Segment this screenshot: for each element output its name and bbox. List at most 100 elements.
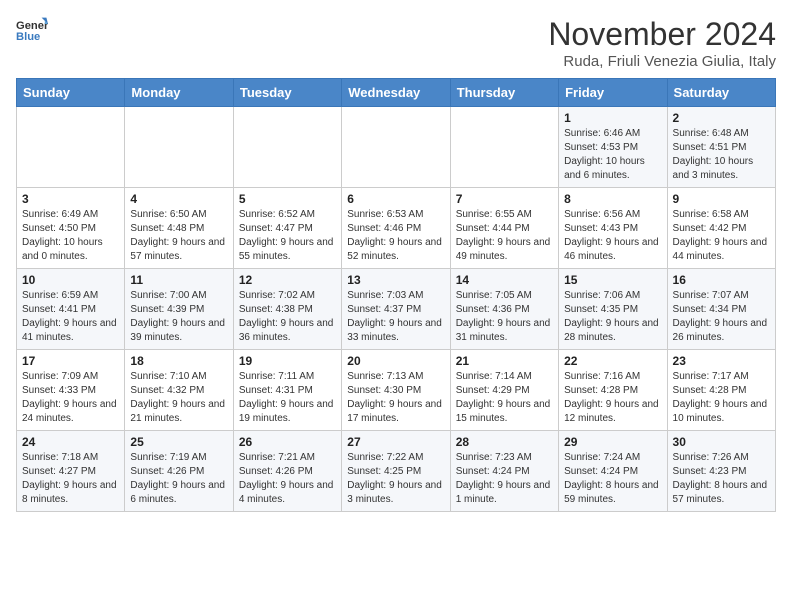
day-number: 5 xyxy=(239,192,336,206)
day-info: Sunrise: 7:18 AM Sunset: 4:27 PM Dayligh… xyxy=(22,451,119,507)
calendar-week-row: 10Sunrise: 6:59 AM Sunset: 4:41 PM Dayli… xyxy=(17,269,776,350)
page-subtitle: Ruda, Friuli Venezia Giulia, Italy xyxy=(548,53,776,70)
day-info: Sunrise: 7:00 AM Sunset: 4:39 PM Dayligh… xyxy=(130,289,227,345)
calendar-cell: 1Sunrise: 6:46 AM Sunset: 4:53 PM Daylig… xyxy=(559,107,667,188)
day-info: Sunrise: 7:24 AM Sunset: 4:24 PM Dayligh… xyxy=(564,451,661,507)
calendar-cell: 19Sunrise: 7:11 AM Sunset: 4:31 PM Dayli… xyxy=(233,350,341,431)
svg-text:General: General xyxy=(16,20,48,32)
calendar-cell: 20 Sunrise: 7:13 AM Sunset: 4:30 PM Dayli… xyxy=(342,350,450,431)
calendar-cell: 21 Sunrise: 7:14 AM Sunset: 4:29 PM Dayli… xyxy=(450,350,558,431)
calendar-cell: 18Sunrise: 7:10 AM Sunset: 4:32 PM Dayli… xyxy=(125,350,233,431)
day-info: Sunrise: 6:55 AM Sunset: 4:44 PM Dayligh… xyxy=(456,208,553,264)
svg-text:Blue: Blue xyxy=(16,31,40,43)
calendar-cell: 17 Sunrise: 7:09 AM Sunset: 4:33 PM Dayli… xyxy=(17,350,125,431)
weekday-header-row: SundayMondayTuesdayWednesdayThursdayFrid… xyxy=(17,79,776,107)
day-number: 25 xyxy=(130,435,227,449)
calendar-cell: 10Sunrise: 6:59 AM Sunset: 4:41 PM Dayli… xyxy=(17,269,125,350)
day-number: 11 xyxy=(130,273,227,287)
day-number: 29 xyxy=(564,435,661,449)
day-number: 23 xyxy=(673,354,770,368)
logo-icon: General Blue xyxy=(16,16,48,44)
calendar-cell: 29 Sunrise: 7:24 AM Sunset: 4:24 PM Dayli… xyxy=(559,431,667,512)
day-number: 10 xyxy=(22,273,119,287)
calendar-cell: 9 Sunrise: 6:58 AM Sunset: 4:42 PM Daylig… xyxy=(667,188,775,269)
day-number: 18 xyxy=(130,354,227,368)
logo: General Blue xyxy=(16,16,48,44)
calendar-cell: 11 Sunrise: 7:00 AM Sunset: 4:39 PM Dayli… xyxy=(125,269,233,350)
day-info: Sunrise: 7:19 AM Sunset: 4:26 PM Dayligh… xyxy=(130,451,227,507)
day-number: 7 xyxy=(456,192,553,206)
day-info: Sunrise: 7:07 AM Sunset: 4:34 PM Dayligh… xyxy=(673,289,770,345)
page-header: General Blue November 2024 Ruda, Friuli … xyxy=(16,16,776,70)
day-number: 3 xyxy=(22,192,119,206)
calendar-cell xyxy=(450,107,558,188)
calendar-cell: 2 Sunrise: 6:48 AM Sunset: 4:51 PM Daylig… xyxy=(667,107,775,188)
day-number: 2 xyxy=(673,111,770,125)
calendar-cell: 7 Sunrise: 6:55 AM Sunset: 4:44 PM Daylig… xyxy=(450,188,558,269)
calendar-cell: 26Sunrise: 7:21 AM Sunset: 4:26 PM Dayli… xyxy=(233,431,341,512)
title-section: November 2024 Ruda, Friuli Venezia Giuli… xyxy=(548,16,776,70)
calendar-cell xyxy=(125,107,233,188)
day-info: Sunrise: 6:53 AM Sunset: 4:46 PM Dayligh… xyxy=(347,208,444,264)
day-info: Sunrise: 7:05 AM Sunset: 4:36 PM Dayligh… xyxy=(456,289,553,345)
calendar-cell: 5 Sunrise: 6:52 AM Sunset: 4:47 PM Daylig… xyxy=(233,188,341,269)
calendar-week-row: 24 Sunrise: 7:18 AM Sunset: 4:27 PM Dayli… xyxy=(17,431,776,512)
day-number: 20 xyxy=(347,354,444,368)
day-number: 17 xyxy=(22,354,119,368)
day-info: Sunrise: 6:56 AM Sunset: 4:43 PM Dayligh… xyxy=(564,208,661,264)
day-number: 28 xyxy=(456,435,553,449)
day-number: 24 xyxy=(22,435,119,449)
day-number: 21 xyxy=(456,354,553,368)
day-number: 9 xyxy=(673,192,770,206)
day-info: Sunrise: 6:49 AM Sunset: 4:50 PM Dayligh… xyxy=(22,208,119,264)
calendar-cell: 24 Sunrise: 7:18 AM Sunset: 4:27 PM Dayli… xyxy=(17,431,125,512)
day-number: 16 xyxy=(673,273,770,287)
calendar-cell xyxy=(233,107,341,188)
weekday-header-sunday: Sunday xyxy=(17,79,125,107)
day-info: Sunrise: 7:23 AM Sunset: 4:24 PM Dayligh… xyxy=(456,451,553,507)
calendar-cell: 15Sunrise: 7:06 AM Sunset: 4:35 PM Dayli… xyxy=(559,269,667,350)
day-info: Sunrise: 6:58 AM Sunset: 4:42 PM Dayligh… xyxy=(673,208,770,264)
calendar-week-row: 1Sunrise: 6:46 AM Sunset: 4:53 PM Daylig… xyxy=(17,107,776,188)
calendar-cell: 23 Sunrise: 7:17 AM Sunset: 4:28 PM Dayli… xyxy=(667,350,775,431)
day-info: Sunrise: 6:48 AM Sunset: 4:51 PM Dayligh… xyxy=(673,127,770,183)
day-number: 4 xyxy=(130,192,227,206)
day-number: 26 xyxy=(239,435,336,449)
day-info: Sunrise: 7:16 AM Sunset: 4:28 PM Dayligh… xyxy=(564,370,661,426)
day-number: 27 xyxy=(347,435,444,449)
page-title: November 2024 xyxy=(548,16,776,53)
calendar-cell: 3 Sunrise: 6:49 AM Sunset: 4:50 PM Daylig… xyxy=(17,188,125,269)
day-number: 22 xyxy=(564,354,661,368)
calendar-cell: 30 Sunrise: 7:26 AM Sunset: 4:23 PM Dayli… xyxy=(667,431,775,512)
day-info: Sunrise: 7:09 AM Sunset: 4:33 PM Dayligh… xyxy=(22,370,119,426)
day-info: Sunrise: 7:22 AM Sunset: 4:25 PM Dayligh… xyxy=(347,451,444,507)
calendar-cell: 16 Sunrise: 7:07 AM Sunset: 4:34 PM Dayli… xyxy=(667,269,775,350)
calendar-cell: 12Sunrise: 7:02 AM Sunset: 4:38 PM Dayli… xyxy=(233,269,341,350)
calendar-cell xyxy=(342,107,450,188)
calendar-table: SundayMondayTuesdayWednesdayThursdayFrid… xyxy=(16,78,776,512)
calendar-cell: 28 Sunrise: 7:23 AM Sunset: 4:24 PM Dayli… xyxy=(450,431,558,512)
day-number: 8 xyxy=(564,192,661,206)
day-number: 1 xyxy=(564,111,661,125)
day-info: Sunrise: 6:50 AM Sunset: 4:48 PM Dayligh… xyxy=(130,208,227,264)
day-number: 30 xyxy=(673,435,770,449)
day-info: Sunrise: 7:26 AM Sunset: 4:23 PM Dayligh… xyxy=(673,451,770,507)
weekday-header-monday: Monday xyxy=(125,79,233,107)
day-number: 14 xyxy=(456,273,553,287)
day-info: Sunrise: 7:02 AM Sunset: 4:38 PM Dayligh… xyxy=(239,289,336,345)
day-info: Sunrise: 6:52 AM Sunset: 4:47 PM Dayligh… xyxy=(239,208,336,264)
calendar-week-row: 3 Sunrise: 6:49 AM Sunset: 4:50 PM Daylig… xyxy=(17,188,776,269)
calendar-cell: 8 Sunrise: 6:56 AM Sunset: 4:43 PM Daylig… xyxy=(559,188,667,269)
calendar-cell: 14 Sunrise: 7:05 AM Sunset: 4:36 PM Dayli… xyxy=(450,269,558,350)
calendar-cell: 13Sunrise: 7:03 AM Sunset: 4:37 PM Dayli… xyxy=(342,269,450,350)
weekday-header-friday: Friday xyxy=(559,79,667,107)
weekday-header-tuesday: Tuesday xyxy=(233,79,341,107)
day-number: 15 xyxy=(564,273,661,287)
day-number: 13 xyxy=(347,273,444,287)
weekday-header-thursday: Thursday xyxy=(450,79,558,107)
calendar-week-row: 17 Sunrise: 7:09 AM Sunset: 4:33 PM Dayli… xyxy=(17,350,776,431)
day-info: Sunrise: 7:13 AM Sunset: 4:30 PM Dayligh… xyxy=(347,370,444,426)
calendar-cell: 22 Sunrise: 7:16 AM Sunset: 4:28 PM Dayli… xyxy=(559,350,667,431)
day-info: Sunrise: 7:17 AM Sunset: 4:28 PM Dayligh… xyxy=(673,370,770,426)
day-info: Sunrise: 7:14 AM Sunset: 4:29 PM Dayligh… xyxy=(456,370,553,426)
